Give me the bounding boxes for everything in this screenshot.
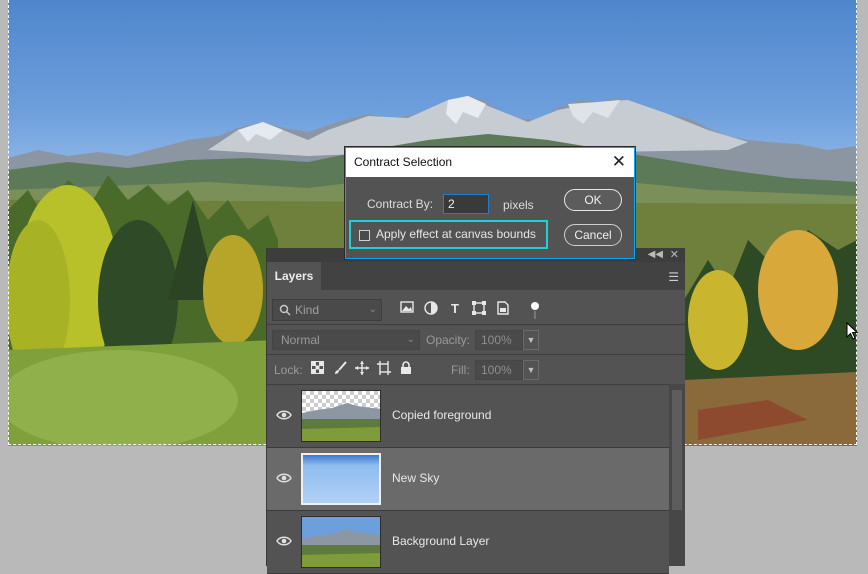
smart-object-icon[interactable] xyxy=(495,301,511,317)
ok-button[interactable]: OK xyxy=(564,189,622,211)
lock-all-icon[interactable] xyxy=(398,361,414,377)
divider xyxy=(267,354,685,355)
blend-mode-select[interactable]: Normal ⌄ xyxy=(272,330,420,350)
type-icon[interactable]: T xyxy=(447,301,463,317)
divider xyxy=(267,324,685,325)
panel-tab-bar: Layers ☰ xyxy=(267,262,685,290)
contract-by-label: Contract By: xyxy=(367,197,434,211)
lock-label: Lock: xyxy=(274,363,303,377)
blend-mode-value: Normal xyxy=(281,333,320,347)
opacity-dropdown-button[interactable]: ▼ xyxy=(523,330,539,350)
layer-name[interactable]: New Sky xyxy=(392,471,439,485)
layer-thumbnail xyxy=(301,390,381,442)
layer-thumbnail xyxy=(301,453,381,505)
fill-label: Fill: xyxy=(451,363,470,377)
unit-label: pixels xyxy=(503,198,534,212)
opacity-input[interactable]: 100% xyxy=(475,330,523,350)
layer-thumbnail xyxy=(301,516,381,568)
cancel-button[interactable]: Cancel xyxy=(564,224,622,246)
collapse-panel-icon[interactable]: ◀◀ xyxy=(648,249,663,260)
layer-row[interactable]: Background Layer xyxy=(267,511,669,574)
lock-transparent-icon[interactable] xyxy=(309,361,325,377)
layer-name[interactable]: Background Layer xyxy=(392,534,489,548)
layer-filter-select[interactable]: Kind ⌄ xyxy=(272,299,382,321)
dialog-title: Contract Selection xyxy=(354,155,453,169)
scrollbar-thumb[interactable] xyxy=(672,390,682,510)
adjustment-icon[interactable] xyxy=(423,301,439,317)
layers-panel: ◀◀ ✕ Layers ☰ Kind ⌄ T Normal ⌄ Opacity:… xyxy=(266,248,685,574)
search-icon xyxy=(279,304,291,316)
tab-layers[interactable]: Layers xyxy=(267,262,321,290)
filter-toggle-icon[interactable] xyxy=(527,301,543,319)
chevron-down-icon: ⌄ xyxy=(406,334,415,345)
contract-selection-dialog: Contract Selection ✕ Contract By: pixels… xyxy=(344,146,636,260)
dialog-title-bar[interactable]: Contract Selection ✕ xyxy=(346,148,634,177)
apply-effect-label[interactable]: Apply effect at canvas bounds xyxy=(376,227,536,241)
eye-icon[interactable] xyxy=(276,409,292,421)
eye-icon[interactable] xyxy=(276,472,292,484)
fill-dropdown-button[interactable]: ▼ xyxy=(523,360,539,380)
apply-effect-option[interactable]: Apply effect at canvas bounds xyxy=(349,220,548,249)
lock-paint-icon[interactable] xyxy=(332,361,348,377)
layer-filter-label: Kind xyxy=(295,303,320,317)
close-icon[interactable]: ✕ xyxy=(612,153,626,171)
layer-row[interactable]: Copied foreground xyxy=(267,385,669,448)
chevron-down-icon: ⌄ xyxy=(368,304,377,315)
eye-icon[interactable] xyxy=(276,535,292,547)
image-icon[interactable] xyxy=(399,301,415,317)
layer-row-selected[interactable]: New Sky xyxy=(267,448,669,511)
apply-effect-checkbox[interactable] xyxy=(359,230,370,241)
layer-name[interactable]: Copied foreground xyxy=(392,408,491,422)
shape-icon[interactable] xyxy=(471,301,487,317)
opacity-label: Opacity: xyxy=(426,333,471,347)
contract-by-input[interactable] xyxy=(443,194,489,214)
fill-input[interactable]: 100% xyxy=(475,360,523,380)
mouse-cursor-icon xyxy=(846,322,858,340)
panel-menu-icon[interactable]: ☰ xyxy=(668,270,679,284)
close-panel-icon[interactable]: ✕ xyxy=(670,248,679,261)
lock-artboard-icon[interactable] xyxy=(376,361,392,377)
lock-position-icon[interactable] xyxy=(354,361,370,377)
